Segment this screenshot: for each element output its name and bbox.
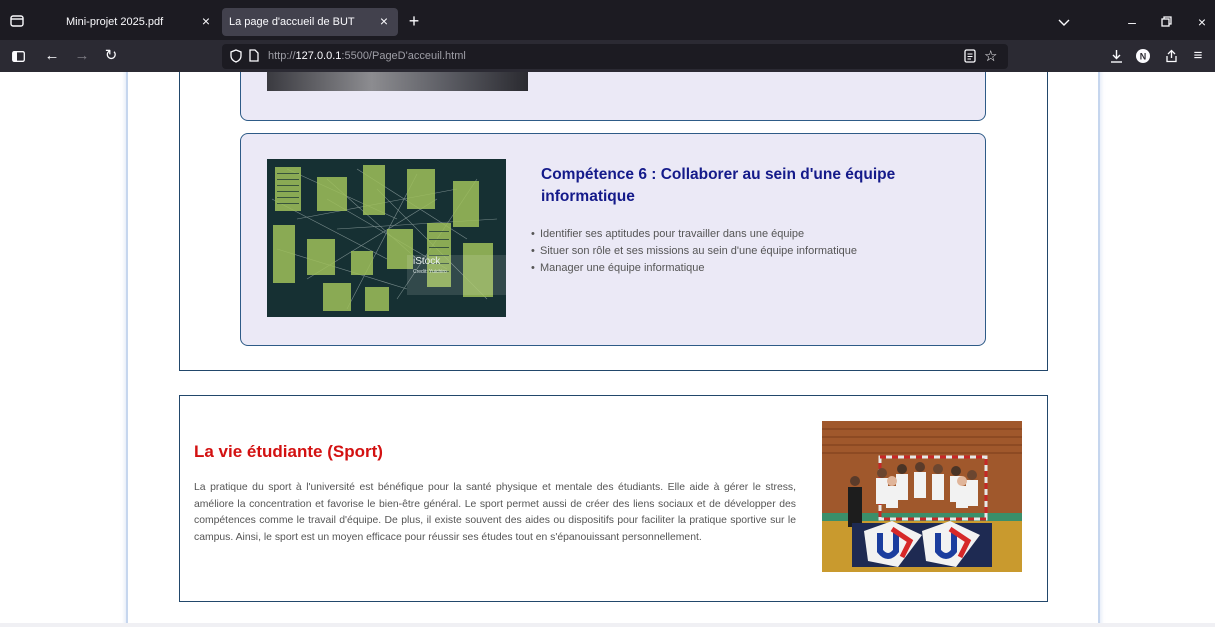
reader-view-icon[interactable] bbox=[964, 49, 976, 68]
list-item: Manager une équipe informatique bbox=[531, 260, 857, 277]
competence-6-list: Identifier ses aptitudes pour travailler… bbox=[531, 226, 857, 277]
sport-section: La vie étudiante (Sport) La pratique du … bbox=[179, 395, 1048, 602]
svg-text:N: N bbox=[1140, 52, 1147, 62]
competence-5-image bbox=[267, 72, 528, 91]
share-icon[interactable] bbox=[1159, 44, 1183, 68]
close-window-icon[interactable]: × bbox=[1190, 10, 1214, 34]
chevron-down-icon[interactable] bbox=[1052, 10, 1076, 34]
url-prefix: http:// bbox=[268, 50, 296, 62]
tab-title: Mini-projet 2025.pdf bbox=[66, 16, 164, 28]
page-bottom-edge bbox=[0, 623, 1215, 627]
close-tab-icon[interactable]: × bbox=[376, 13, 392, 29]
tab-title: La page d'accueil de BUT bbox=[229, 16, 355, 28]
sport-team-photo bbox=[822, 421, 1022, 572]
list-item: Identifier ses aptitudes pour travailler… bbox=[531, 226, 857, 243]
browser-tab-bar: Mini-projet 2025.pdf × La page d'accueil… bbox=[0, 0, 1215, 40]
hamburger-menu-icon[interactable]: ≡ bbox=[1186, 44, 1210, 68]
url-path: :5500/PageD'acceuil.html bbox=[341, 50, 466, 62]
new-tab-plus-icon[interactable]: + bbox=[402, 10, 426, 34]
navigation-toolbar: ← → ↻ http://127.0.0.1:5500/PageD'acceui… bbox=[0, 40, 1215, 72]
page-viewport[interactable]: iStock Credit: Yuichiro Compétence 6 : C… bbox=[0, 72, 1215, 627]
image-watermark: iStock bbox=[413, 256, 441, 267]
list-item: Situer son rôle et ses missions au sein … bbox=[531, 243, 857, 260]
database-diagram-image: iStock Credit: Yuichiro bbox=[267, 159, 506, 317]
reload-icon[interactable]: ↻ bbox=[99, 44, 123, 68]
page-info-icon[interactable] bbox=[249, 49, 259, 67]
image-credit: Credit: Yuichiro bbox=[413, 269, 447, 275]
tab-list-icon[interactable] bbox=[0, 6, 34, 36]
sport-paragraph: La pratique du sport à l'université est … bbox=[194, 482, 796, 543]
close-tab-icon[interactable]: × bbox=[198, 13, 214, 29]
tab-page-accueil[interactable]: La page d'accueil de BUT × bbox=[222, 8, 398, 36]
bookmark-star-icon[interactable]: ☆ bbox=[984, 47, 997, 65]
sidebar-toggle-icon[interactable] bbox=[6, 44, 30, 68]
back-arrow-icon[interactable]: ← bbox=[40, 44, 64, 68]
url-text[interactable]: http://127.0.0.1:5500/PageD'acceuil.html bbox=[268, 50, 466, 62]
restore-icon[interactable] bbox=[1154, 10, 1178, 34]
sport-title: La vie étudiante (Sport) bbox=[194, 442, 383, 461]
competence-card-6: iStock Credit: Yuichiro Compétence 6 : C… bbox=[240, 133, 986, 346]
address-bar[interactable]: http://127.0.0.1:5500/PageD'acceuil.html… bbox=[222, 44, 1008, 69]
shield-icon[interactable] bbox=[230, 49, 242, 68]
forward-arrow-icon[interactable]: → bbox=[70, 44, 94, 68]
competence-card-previous bbox=[240, 72, 986, 121]
tab-mini-projet[interactable]: Mini-projet 2025.pdf × bbox=[40, 8, 220, 36]
url-host: 127.0.0.1 bbox=[295, 50, 342, 62]
minimize-icon[interactable]: – bbox=[1120, 10, 1144, 34]
account-avatar-icon[interactable]: N bbox=[1131, 44, 1155, 68]
download-icon[interactable] bbox=[1104, 44, 1128, 68]
competence-6-title: Compétence 6 : Collaborer au sein d'une … bbox=[541, 166, 896, 205]
